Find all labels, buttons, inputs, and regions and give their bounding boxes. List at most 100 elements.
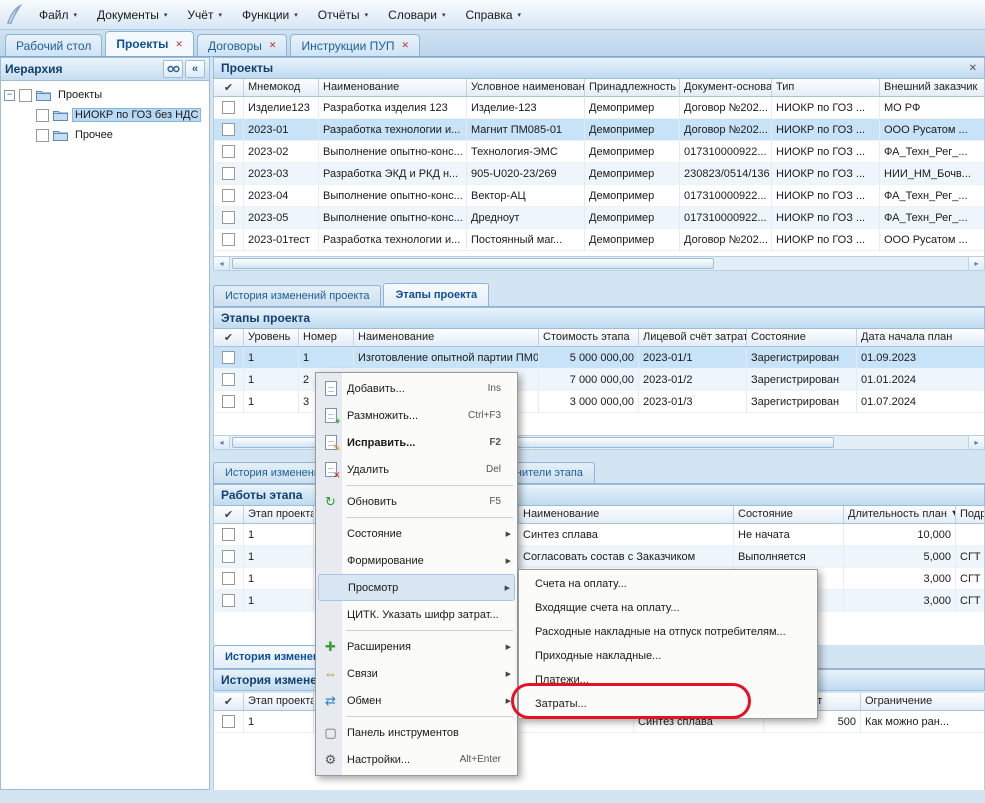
row-checkbox[interactable]: [222, 550, 235, 563]
column-header[interactable]: Уровень: [244, 329, 299, 347]
tree-checkbox[interactable]: [36, 109, 49, 122]
column-header[interactable]: Ограничение: [861, 693, 985, 711]
column-header[interactable]: Наименование: [319, 79, 467, 97]
row-select-cell[interactable]: [214, 711, 244, 733]
row-checkbox[interactable]: [222, 572, 235, 585]
main-tab[interactable]: Договоры✕: [197, 34, 287, 56]
tab-close-icon[interactable]: ✕: [175, 39, 183, 50]
context-menu-item[interactable]: ↻ОбновитьF5: [318, 488, 515, 515]
table-row[interactable]: 2023-02Выполнение опытно-конс...Технолог…: [214, 141, 984, 163]
scroll-track[interactable]: [230, 257, 968, 270]
row-checkbox[interactable]: [222, 594, 235, 607]
row-checkbox[interactable]: [222, 123, 235, 136]
main-tab[interactable]: Инструкции ПУП✕: [290, 34, 420, 56]
column-header[interactable]: Наименование: [354, 329, 539, 347]
table-row[interactable]: Изделие123Разработка изделия 123Изделие-…: [214, 97, 984, 119]
submenu-item[interactable]: Платежи...: [521, 668, 815, 692]
collapse-sidebar-icon[interactable]: «: [185, 60, 205, 78]
row-select-cell[interactable]: [214, 207, 244, 229]
column-header[interactable]: Наименование: [519, 506, 734, 524]
close-panel-icon[interactable]: ✕: [969, 63, 977, 74]
row-checkbox[interactable]: [222, 211, 235, 224]
context-menu-item[interactable]: ⚙Настройки...Alt+Enter: [318, 746, 515, 773]
context-menu-item[interactable]: ✚Расширения▶: [318, 633, 515, 660]
context-menu-item[interactable]: Просмотр▶: [318, 574, 515, 601]
tree-item[interactable]: Прочее: [1, 125, 209, 145]
column-header[interactable]: Лицевой счёт затрат: [639, 329, 747, 347]
row-checkbox[interactable]: [222, 395, 235, 408]
row-select-cell[interactable]: [214, 141, 244, 163]
row-checkbox[interactable]: [222, 715, 235, 728]
main-tab[interactable]: Рабочий стол: [5, 34, 102, 56]
column-header[interactable]: Длительность план ▼: [844, 506, 956, 524]
menubar-item[interactable]: Отчёты▾: [309, 3, 377, 27]
section-tab[interactable]: Этапы проекта: [383, 283, 489, 306]
table-row[interactable]: 11Изготовление опытной партии ПМ0...5 00…: [214, 347, 984, 369]
row-select-cell[interactable]: [214, 119, 244, 141]
column-header[interactable]: Условное наименование: [467, 79, 585, 97]
context-menu-item[interactable]: Состояние▶: [318, 520, 515, 547]
scroll-thumb[interactable]: [232, 258, 714, 269]
tree-checkbox[interactable]: [36, 129, 49, 142]
menubar-item[interactable]: Документы▾: [88, 3, 176, 27]
submenu-item[interactable]: Расходные накладные на отпуск потребител…: [521, 620, 815, 644]
row-select-cell[interactable]: [214, 97, 244, 119]
table-row[interactable]: 2023-04Выполнение опытно-конс...Вектор-А…: [214, 185, 984, 207]
context-menu-item[interactable]: ▢Панель инструментов: [318, 719, 515, 746]
section-tab[interactable]: История изменений проекта: [213, 285, 381, 306]
menubar-item[interactable]: Словари▾: [379, 3, 454, 27]
row-select-cell[interactable]: [214, 590, 244, 612]
context-menu-item[interactable]: +Размножить...Ctrl+F3: [318, 402, 515, 429]
menubar-item[interactable]: Файл▾: [30, 3, 86, 27]
row-select-cell[interactable]: [214, 546, 244, 568]
select-all-header[interactable]: ✔: [214, 329, 244, 347]
row-select-cell[interactable]: [214, 163, 244, 185]
row-checkbox[interactable]: [222, 373, 235, 386]
context-menu-item[interactable]: Формирование▶: [318, 547, 515, 574]
projects-hscrollbar[interactable]: ◂ ▸: [213, 256, 985, 271]
column-header[interactable]: Состояние: [747, 329, 857, 347]
row-select-cell[interactable]: [214, 347, 244, 369]
scroll-left-icon[interactable]: ◂: [214, 257, 230, 270]
column-header[interactable]: Дата начала план: [857, 329, 985, 347]
tree-item[interactable]: −Проекты: [1, 85, 209, 105]
row-checkbox[interactable]: [222, 528, 235, 541]
scroll-left-icon[interactable]: ◂: [214, 436, 230, 449]
row-select-cell[interactable]: [214, 568, 244, 590]
column-header[interactable]: Внешний заказчик: [880, 79, 985, 97]
row-checkbox[interactable]: [222, 233, 235, 246]
table-row[interactable]: 2023-03Разработка ЭКД и РКД н...905-U020…: [214, 163, 984, 185]
row-checkbox[interactable]: [222, 145, 235, 158]
table-row[interactable]: 2023-01тестРазработка технологии и...Пос…: [214, 229, 984, 251]
row-select-cell[interactable]: [214, 391, 244, 413]
submenu-item[interactable]: Затраты...: [521, 692, 815, 716]
column-header[interactable]: Этап проекта: [244, 693, 314, 711]
row-checkbox[interactable]: [222, 167, 235, 180]
row-select-cell[interactable]: [214, 229, 244, 251]
search-icon[interactable]: [163, 60, 183, 78]
menubar-item[interactable]: Учёт▾: [178, 3, 231, 27]
column-header[interactable]: Принадлежность: [585, 79, 680, 97]
row-select-cell[interactable]: [214, 185, 244, 207]
context-menu-item[interactable]: ✎Исправить...F2: [318, 429, 515, 456]
column-header[interactable]: Тип: [772, 79, 880, 97]
tab-close-icon[interactable]: ✕: [269, 40, 277, 51]
context-menu-item[interactable]: Добавить...Ins: [318, 375, 515, 402]
column-header[interactable]: Этап проекта: [244, 506, 314, 524]
row-select-cell[interactable]: [214, 524, 244, 546]
tree-checkbox[interactable]: [19, 89, 32, 102]
column-header[interactable]: Подразделение: [956, 506, 985, 524]
column-header[interactable]: Стоимость этапа: [539, 329, 639, 347]
column-header[interactable]: Номер: [299, 329, 354, 347]
context-menu-item[interactable]: ✕УдалитьDel: [318, 456, 515, 483]
row-checkbox[interactable]: [222, 189, 235, 202]
column-header[interactable]: Документ-основание: [680, 79, 772, 97]
column-header[interactable]: Состояние: [734, 506, 844, 524]
tab-close-icon[interactable]: ✕: [401, 40, 409, 51]
context-menu-item[interactable]: ⇄Обмен▶: [318, 687, 515, 714]
row-checkbox[interactable]: [222, 351, 235, 364]
select-all-header[interactable]: ✔: [214, 693, 244, 711]
tree-expander-icon[interactable]: −: [4, 90, 15, 101]
select-all-header[interactable]: ✔: [214, 506, 244, 524]
context-menu-item[interactable]: ЦИТК. Указать шифр затрат...: [318, 601, 515, 628]
